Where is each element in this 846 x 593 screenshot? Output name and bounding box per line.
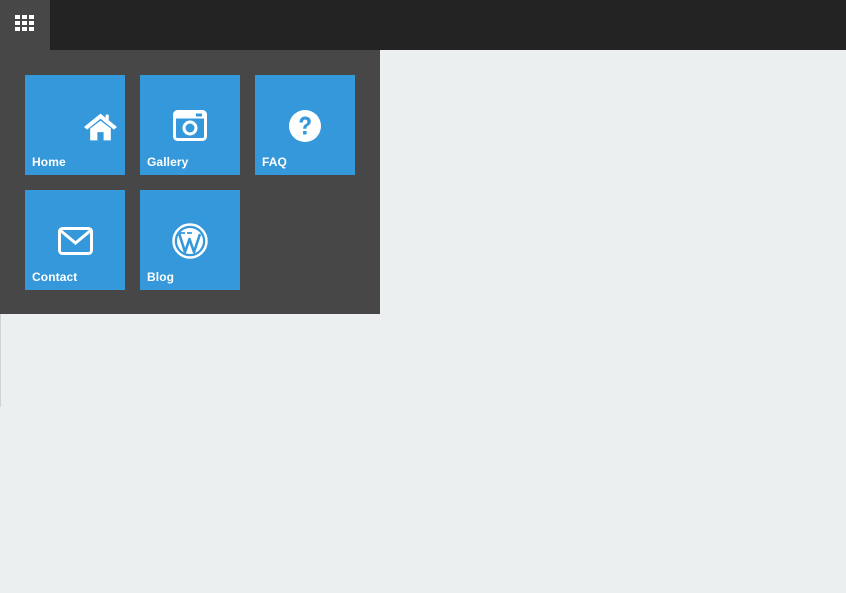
menu-toggle-button[interactable] — [0, 0, 50, 50]
tile-contact[interactable]: Contact — [25, 190, 125, 290]
tile-home[interactable]: Home — [25, 75, 125, 175]
tile-label: Gallery — [147, 155, 189, 169]
tile-gallery[interactable]: Gallery — [140, 75, 240, 175]
tile-blog[interactable]: Blog — [140, 190, 240, 290]
wordpress-icon — [172, 223, 208, 259]
envelope-icon — [58, 227, 93, 255]
tile-label: FAQ — [262, 155, 287, 169]
grid-icon — [15, 15, 34, 31]
camera-icon — [173, 110, 207, 141]
home-icon — [84, 113, 117, 141]
top-bar — [0, 0, 846, 50]
divider — [0, 314, 1, 407]
tile-menu-panel: Home Gallery FAQ Contact Blog — [0, 50, 380, 314]
tile-faq[interactable]: FAQ — [255, 75, 355, 175]
tile-label: Home — [32, 155, 66, 169]
tile-label: Contact — [32, 270, 78, 284]
tile-label: Blog — [147, 270, 175, 284]
question-icon — [289, 110, 321, 142]
